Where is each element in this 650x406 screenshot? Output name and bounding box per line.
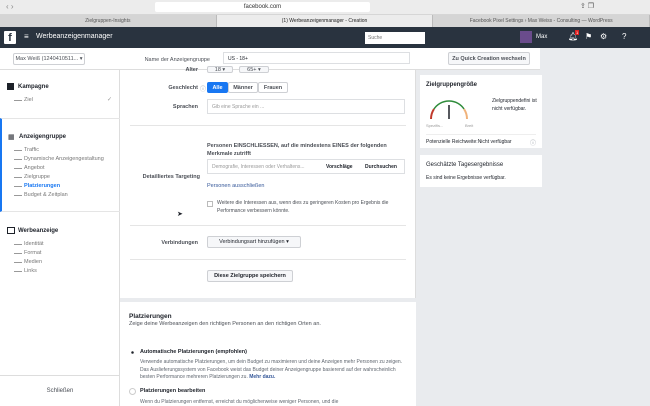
user-name[interactable]: Max (536, 34, 547, 40)
browser-tabs: Zielgruppen-Insights (1) Werbeanzeigenma… (0, 15, 650, 27)
daily-results-title: Geschätzte Tagesergebnisse (426, 162, 504, 168)
browse-button[interactable]: Durchsuchen (365, 160, 397, 174)
languages-label: Sprachen (172, 104, 198, 110)
gear-icon[interactable]: ⚙ (600, 32, 607, 41)
tab-zielgruppen-insights[interactable]: Zielgruppen-Insights (0, 15, 217, 27)
tab-pixel-settings[interactable]: Facebook Pixel Settings › Max Weiss - Co… (433, 15, 650, 27)
targeting-input[interactable]: Demografie, Interessen oder Verhaltens..… (207, 159, 405, 174)
targeting-label: Detailliertes Targeting (142, 174, 200, 180)
expand-interests-checkbox[interactable] (207, 201, 213, 207)
flag-icon[interactable]: ⚑ (585, 32, 592, 41)
tab-werbeanzeigenmanager[interactable]: (1) Werbeanzeigenmanager - Creation (216, 15, 434, 27)
account-dropdown[interactable]: Max Weiß (1240410511... ▾ (13, 53, 85, 65)
auto-placements-radio[interactable] (131, 351, 134, 354)
menu-icon[interactable]: ≡ (24, 32, 29, 41)
suggestions-button[interactable]: Vorschläge (326, 160, 353, 174)
more-link[interactable]: Mehr dazu. (249, 374, 275, 380)
avatar[interactable] (520, 31, 532, 43)
targeting-placeholder: Demografie, Interessen oder Verhaltens..… (212, 164, 305, 170)
daily-results-card: Geschätzte Tagesergebnisse Es sind keine… (420, 155, 542, 187)
adset-icon: ▦ (8, 134, 15, 141)
divider (426, 134, 536, 135)
connections-label: Verbindungen (161, 240, 198, 246)
search-input[interactable] (365, 32, 425, 44)
divider (130, 225, 406, 226)
gender-label: Geschlecht (168, 85, 198, 91)
sidebar-item-links[interactable]: Links (14, 268, 37, 274)
expand-interests-text: Weitere die Interessen aus, wenn dies zu… (217, 200, 389, 214)
campaign-icon (7, 83, 14, 90)
daily-results-text: Es sind keine Ergebnisse verfügbar. (426, 175, 506, 181)
facebook-logo[interactable]: f (4, 31, 16, 44)
gender-all-button[interactable]: Alle (207, 82, 228, 93)
sidebar-section-anzeigengruppe[interactable]: Anzeigengruppe (19, 134, 66, 140)
mouse-cursor-icon: ➤ (177, 211, 183, 218)
gauge-broad-label: Breit (465, 123, 474, 128)
app-title: Werbeanzeigenmanager (36, 33, 113, 40)
facebook-header: f ≡ Werbeanzeigenmanager (0, 27, 650, 48)
sidebar-item-budget[interactable]: Budget & Zeitplan (14, 192, 68, 198)
audience-size-card: Zielgruppengröße Spezifis... Breit Zielg… (420, 75, 542, 148)
targeting-intro: Personen EINSCHLIESSEN, auf die mindeste… (207, 143, 387, 157)
exclude-link[interactable]: Personen ausschließen (207, 183, 264, 189)
sidebar-item-traffic[interactable]: Traffic (14, 147, 39, 153)
address-bar[interactable]: facebook.com (155, 2, 370, 12)
sidebar-section-werbeanzeige[interactable]: Werbeanzeige (18, 228, 58, 234)
gender-women-button[interactable]: Frauen (258, 82, 288, 93)
sidebar-item-dynamic[interactable]: Dynamische Anzeigengestaltung (14, 156, 104, 162)
notification-badge: 1 (575, 30, 580, 35)
audience-status: Zielgruppendefini ist nicht verfügbar. (492, 98, 537, 112)
placements-section: Platzierungen Zeige deine Werbeanzeigen … (120, 302, 416, 406)
back-forward-icon[interactable]: ‹ › (6, 2, 14, 11)
connections-dropdown[interactable]: Verbindungsart hinzufügen ▾ (207, 236, 301, 248)
edit-placements-label[interactable]: Platzierungen bearbeiten (140, 388, 205, 394)
subheader: Max Weiß (1240410511... ▾ Name der Anzei… (0, 48, 540, 70)
sidebar-item-identitaet[interactable]: Identität (14, 241, 44, 247)
age-min-select[interactable]: 18 ▾ (207, 66, 233, 73)
sidebar-item-medien[interactable]: Medien (13, 259, 42, 265)
audience-size-title: Zielgruppengröße (426, 82, 477, 88)
browser-toolbar: ‹ › facebook.com ⇪ ❐ (0, 0, 650, 15)
placements-title: Platzierungen (129, 313, 172, 320)
edit-placements-radio[interactable] (129, 388, 136, 395)
sidebar-item-zielgruppe[interactable]: Zielgruppe (14, 174, 50, 180)
sidebar-item-platzierungen[interactable]: Platzierungen (13, 183, 60, 189)
sidebar-item-ziel[interactable]: Ziel (14, 97, 33, 103)
placements-subtitle: Zeige deine Werbeanzeigen den richtigen … (129, 321, 321, 327)
sidebar-item-format[interactable]: Format (13, 250, 41, 256)
help-icon[interactable]: ? (622, 32, 626, 41)
info-icon: ⓘ (530, 141, 537, 147)
check-icon: ✓ (107, 97, 113, 103)
quick-creation-button[interactable]: Zu Quick Creation wechseln (448, 52, 530, 65)
info-icon: ⓘ (200, 87, 207, 93)
edit-placements-desc: Wenn du Platzierungen entfernst, erreich… (140, 399, 339, 405)
save-audience-button[interactable]: Diese Zielgruppe speichern (207, 270, 293, 282)
ad-icon (7, 227, 15, 234)
languages-input[interactable]: Gib eine Sprache ein ... (207, 99, 405, 114)
adset-name-label: Name der Anzeigengruppe (144, 57, 210, 63)
gender-men-button[interactable]: Männer (228, 82, 258, 93)
share-icon[interactable]: ⇪ ❐ (580, 2, 594, 10)
close-button[interactable]: Schließen (0, 388, 120, 394)
divider (130, 125, 406, 126)
auto-placements-label[interactable]: Automatische Platzierungen (empfohlen) (140, 349, 247, 355)
age-label: Alter (185, 67, 198, 73)
adset-name-input[interactable]: US - 18+ (223, 52, 410, 64)
auto-placements-desc: Verwende automatische Platzierungen, um … (140, 359, 403, 380)
age-max-select[interactable]: 65+ ▾ (239, 66, 269, 73)
audience-form: Alter 18 ▾ 65+ ▾ Geschlecht ⓘ Alle Männe… (120, 66, 416, 298)
sidebar-section-kampagne[interactable]: Kampagne (18, 84, 49, 90)
divider (130, 259, 406, 260)
divider (0, 375, 120, 376)
sidebar-item-angebot[interactable]: Angebot (14, 165, 45, 171)
sidebar: Kampagne Ziel ✓ ▦ Anzeigengruppe Traffic… (0, 70, 120, 406)
audience-gauge (429, 100, 469, 120)
potential-reach: Potenzielle Reichweite:Nicht verfügbar (426, 139, 512, 145)
gauge-specific-label: Spezifis... (426, 123, 444, 128)
account-name: Max Weiß (1240410511... (15, 56, 79, 62)
